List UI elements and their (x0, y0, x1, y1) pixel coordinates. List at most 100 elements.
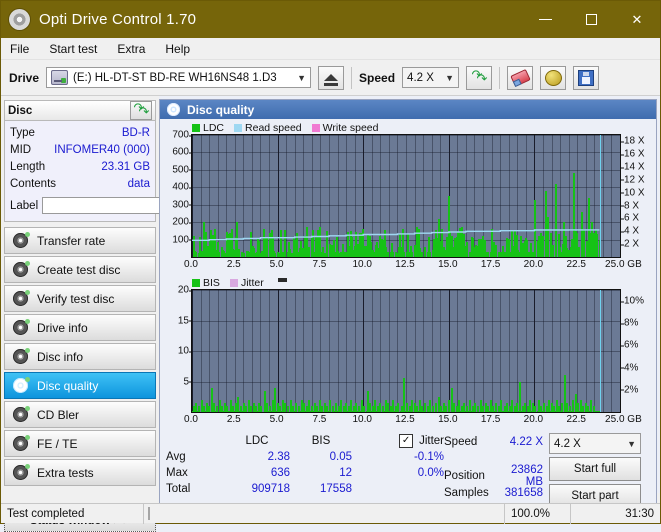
chart-bar (504, 411, 506, 412)
start-full-button[interactable]: Start full (549, 457, 641, 481)
chart-bar (435, 411, 437, 412)
sidebar-item-cd-bler[interactable]: CD Bler (4, 401, 156, 428)
erase-button[interactable] (507, 66, 533, 90)
disc-contents-label: Contents (10, 178, 56, 190)
save-button[interactable] (573, 66, 599, 90)
legend-label: Write speed (323, 122, 379, 134)
chart-bar (313, 411, 315, 412)
chart-bar (339, 411, 341, 412)
sidebar-item-label: Transfer rate (37, 234, 105, 248)
chevron-down-icon: ▼ (445, 73, 454, 83)
speed-select[interactable]: 4.2 X ▼ (402, 67, 459, 88)
maximize-button[interactable] (568, 1, 614, 38)
chart-bar (284, 411, 286, 412)
disc-info-button[interactable] (540, 66, 566, 90)
stats-avg-ldc: 2.38 (224, 451, 290, 463)
x-tick-label: 10.0 (352, 414, 371, 425)
chart-bar (244, 411, 246, 412)
sidebar-item-extra-tests[interactable]: Extra tests (4, 459, 156, 486)
chart-bar (468, 411, 470, 412)
ldc-speed-axis: 18 X 16 X 14 X 12 X 10 X8 X6 X4 X2 X (621, 134, 654, 258)
bis-plot-row: 20 15 10 5 10% 8% 6% 4% 2% (162, 289, 654, 413)
chart-bar (238, 411, 240, 412)
chart-bar (453, 411, 455, 412)
floppy-save-icon (578, 70, 594, 86)
chart-bar (460, 411, 462, 412)
chart-bar (327, 411, 329, 412)
refresh-button[interactable]: ↷ ↷ (466, 66, 492, 90)
disc-mid-value: INFOMER40 (000) (54, 144, 150, 156)
chart-bar (197, 411, 199, 412)
drive-select[interactable]: (E:) HL-DT-ST BD-RE WH16NS48 1.D3 ▼ (46, 67, 311, 88)
bis-chart-legend: BIS Jitter (192, 276, 654, 289)
chart-bar (554, 411, 556, 412)
sidebar-item-create-test-disc[interactable]: Create test disc (4, 256, 156, 283)
chart-bar (508, 411, 510, 412)
bis-y-axis: 20 15 10 5 (162, 289, 191, 413)
stats-header-ldc: LDC (224, 435, 290, 447)
chart-bar (260, 406, 262, 412)
stats-area: LDC BIS ✓ Jitter Avg 2.38 0.05 -0.1% Max… (160, 429, 656, 508)
chart-bar (485, 411, 487, 412)
ldc-chart-container: LDC Read speed Write speed 700 600 500 400 3… (160, 119, 656, 274)
x-tick-label: 15.0 (438, 259, 457, 270)
disc-icon (13, 320, 28, 335)
bis-chart-container: BIS Jitter 20 15 10 5 10% 8% 6% 4% 2% 0.0 2.5 5. (160, 274, 656, 429)
readout-speed-value: 4.22 X (496, 436, 549, 448)
position-cursor (600, 290, 601, 412)
chart-bar (315, 411, 317, 412)
chart-bar (334, 411, 336, 412)
chart-bar (510, 411, 512, 412)
sidebar-item-verify-test-disc[interactable]: Verify test disc (4, 285, 156, 312)
scale-marker-icon (278, 278, 287, 282)
test-speed-select[interactable]: 4.2 X ▼ (549, 433, 641, 454)
disc-type-value: BD-R (122, 127, 150, 139)
y-tick-label: 700 (172, 130, 189, 141)
close-icon[interactable]: ✕ (614, 1, 660, 38)
disc-panel-header: Disc ↷ ↷ (4, 100, 156, 120)
eject-button[interactable] (318, 66, 344, 90)
sidebar-item-fe-te[interactable]: FE / TE (4, 430, 156, 457)
readout-speed: Speed 4.22 X (444, 433, 549, 450)
chart-bar (585, 411, 587, 412)
x-tick-label: 5.0 (270, 414, 284, 425)
y-tick-label: 400 (172, 182, 189, 193)
jitter-checkbox[interactable]: ✓ (399, 434, 413, 448)
ldc-plot-area[interactable] (191, 134, 621, 258)
menu-help[interactable]: Help (165, 42, 190, 56)
sidebar-item-label: Disc quality (37, 379, 98, 393)
menu-start-test[interactable]: Start test (49, 42, 97, 56)
sidebar-item-label: Disc info (37, 350, 83, 364)
menu-extra[interactable]: Extra (117, 42, 145, 56)
sidebar-item-disc-quality[interactable]: Disc quality (4, 372, 156, 399)
stats-header-bis: BIS (290, 435, 352, 447)
chart-bar (408, 411, 410, 412)
y2-tick-label: 2% (624, 384, 638, 395)
sidebar-item-drive-info[interactable]: Drive info (4, 314, 156, 341)
chart-bar (396, 411, 398, 412)
chart-bar (520, 411, 522, 412)
readout-position-value: 23862 MB (496, 464, 549, 488)
jitter-checkbox-label: Jitter (419, 435, 444, 447)
ldc-plot-row: 700 600 500 400 300 200 100 18 X 16 X 14 X 12 X 10… (162, 134, 654, 258)
chart-bar (422, 411, 424, 412)
chart-bar (582, 411, 584, 412)
stats-header-row: LDC BIS ✓ Jitter (166, 433, 444, 449)
chart-bar (232, 411, 234, 412)
sidebar-item-disc-info[interactable]: Disc info (4, 343, 156, 370)
sidebar-item-transfer-rate[interactable]: Transfer rate (4, 227, 156, 254)
content-area: Disc ↷ ↷ Type BD-R MID INFOMER40 (000) Le… (1, 96, 660, 493)
bis-x-axis: 0.0 2.5 5.0 7.5 10.0 12.5 15.0 17.5 20.0 22.5 25.0… (191, 413, 621, 429)
disc-refresh-button[interactable]: ↷ ↷ (130, 101, 152, 120)
chart-bar (366, 411, 368, 412)
chart-bar (411, 411, 413, 412)
chart-bar (464, 411, 466, 412)
chart-bar (534, 411, 536, 412)
chart-bar (441, 411, 443, 412)
x-tick-label: 17.5 (481, 414, 500, 425)
menu-file[interactable]: File (10, 42, 29, 56)
minimize-button[interactable] (522, 1, 568, 38)
legend-item-ldc: LDC (192, 122, 224, 134)
bis-plot-area[interactable] (191, 289, 621, 413)
x-tick-label: 0.0 (184, 414, 198, 425)
